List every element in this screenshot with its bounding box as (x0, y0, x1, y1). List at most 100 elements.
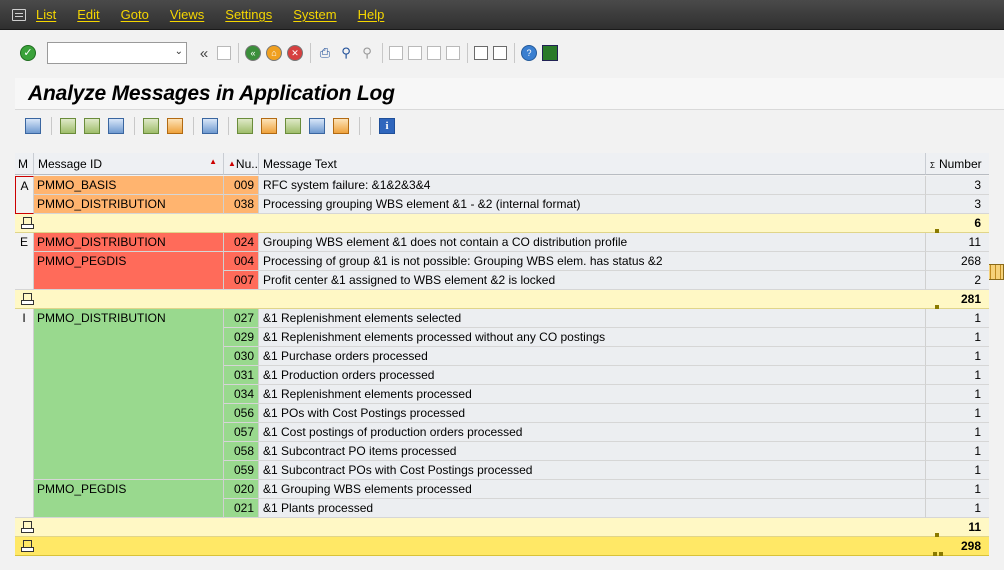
last-page-icon[interactable] (446, 46, 460, 60)
enter-icon[interactable]: ✓ (20, 45, 36, 61)
menu-settings[interactable]: Settings (225, 7, 272, 22)
message-text-cell[interactable]: RFC system failure: &1&2&3&4 (259, 176, 926, 195)
message-number-cell[interactable]: 029 (224, 328, 259, 347)
help-icon[interactable]: ? (521, 45, 537, 61)
menu-help[interactable]: Help (358, 7, 385, 22)
details-icon[interactable] (25, 118, 41, 134)
system-menu-icon[interactable] (12, 8, 26, 21)
menu-list[interactable]: List (36, 7, 56, 22)
filter-icon[interactable] (108, 118, 124, 134)
previous-page-icon[interactable] (408, 46, 422, 60)
column-header-number[interactable]: ▲Nu... (224, 153, 259, 175)
exit-icon[interactable]: ⌂ (266, 45, 282, 61)
message-text-cell[interactable]: &1 POs with Cost Postings processed (259, 404, 926, 423)
menu-goto[interactable]: Goto (121, 7, 149, 22)
message-id-cell[interactable]: PMMO_DISTRIBUTION (34, 309, 224, 480)
sort-ascending-icon[interactable] (60, 118, 76, 134)
sort-descending-icon[interactable] (84, 118, 100, 134)
message-text-cell[interactable]: Processing grouping WBS element &1 - &2 … (259, 195, 926, 214)
message-count-cell[interactable]: 1 (926, 385, 989, 404)
grand-total-row[interactable]: 298 (15, 537, 989, 556)
local-file-icon[interactable] (285, 118, 301, 134)
message-text-cell[interactable]: &1 Purchase orders processed (259, 347, 926, 366)
message-number-cell[interactable]: 038 (224, 195, 259, 214)
print-preview-icon[interactable] (202, 118, 218, 134)
cancel-icon[interactable]: ✕ (287, 45, 303, 61)
message-count-cell[interactable]: 1 (926, 423, 989, 442)
message-count-cell[interactable]: 1 (926, 404, 989, 423)
message-count-cell[interactable]: 1 (926, 347, 989, 366)
subtotal-row-info[interactable]: 11 (15, 518, 989, 537)
message-number-cell[interactable]: 058 (224, 442, 259, 461)
message-count-cell[interactable]: 2 (926, 271, 989, 290)
message-count-cell[interactable]: 3 (926, 176, 989, 195)
message-text-cell[interactable]: &1 Plants processed (259, 499, 926, 518)
abc-analysis-icon[interactable] (333, 118, 349, 134)
new-session-icon[interactable] (474, 46, 488, 60)
message-text-cell[interactable]: &1 Replenishment elements selected (259, 309, 926, 328)
command-field[interactable]: ⌄ (47, 42, 187, 64)
message-id-cell[interactable]: PMMO_PEGDIS (34, 252, 224, 290)
subtotal-row-warning[interactable]: 6 (15, 214, 989, 233)
message-text-cell[interactable]: Profit center &1 assigned to WBS element… (259, 271, 926, 290)
message-count-cell[interactable]: 1 (926, 499, 989, 518)
menu-edit[interactable]: Edit (77, 7, 99, 22)
message-number-cell[interactable]: 020 (224, 480, 259, 499)
collapse-command-icon[interactable]: « (196, 45, 212, 62)
find-next-icon[interactable]: ⚲ (359, 45, 375, 61)
layout-icon[interactable] (542, 45, 558, 61)
message-number-cell[interactable]: 057 (224, 423, 259, 442)
mail-icon[interactable] (309, 118, 325, 134)
subtotal-row-error[interactable]: 281 (15, 290, 989, 309)
shortcut-icon[interactable] (493, 46, 507, 60)
message-id-cell[interactable]: PMMO_PEGDIS (34, 480, 224, 518)
message-number-cell[interactable]: 009 (224, 176, 259, 195)
message-text-cell[interactable]: &1 Production orders processed (259, 366, 926, 385)
next-page-icon[interactable] (427, 46, 441, 60)
menu-views[interactable]: Views (170, 7, 204, 22)
menu-system[interactable]: System (293, 7, 336, 22)
find-icon[interactable]: ⚲ (338, 45, 354, 61)
message-count-cell[interactable]: 1 (926, 328, 989, 347)
column-header-type[interactable]: M (15, 153, 34, 175)
message-id-cell[interactable]: PMMO_BASIS (34, 176, 224, 195)
subtotal-icon[interactable] (167, 118, 183, 134)
message-text-cell[interactable]: &1 Subcontract POs with Cost Postings pr… (259, 461, 926, 480)
message-text-cell[interactable]: &1 Replenishment elements processed (259, 385, 926, 404)
message-number-cell[interactable]: 004 (224, 252, 259, 271)
column-header-message-id[interactable]: Message ID ▲ (34, 153, 224, 175)
message-text-cell[interactable]: &1 Cost postings of production orders pr… (259, 423, 926, 442)
message-text-cell[interactable]: Processing of group &1 is not possible: … (259, 252, 926, 271)
message-count-cell[interactable]: 1 (926, 366, 989, 385)
column-header-message-text[interactable]: Message Text (259, 153, 926, 175)
message-text-cell[interactable]: Grouping WBS element &1 does not contain… (259, 233, 926, 252)
message-number-cell[interactable]: 021 (224, 499, 259, 518)
message-number-cell[interactable]: 056 (224, 404, 259, 423)
message-count-cell[interactable]: 1 (926, 442, 989, 461)
message-number-cell[interactable]: 034 (224, 385, 259, 404)
message-id-cell[interactable]: PMMO_DISTRIBUTION (34, 195, 224, 214)
message-text-cell[interactable]: &1 Replenishment elements processed with… (259, 328, 926, 347)
message-number-cell[interactable]: 030 (224, 347, 259, 366)
sum-icon[interactable] (143, 118, 159, 134)
save-icon[interactable] (217, 46, 231, 60)
type-cell-error[interactable]: E (15, 233, 34, 290)
message-text-cell[interactable]: &1 Grouping WBS elements processed (259, 480, 926, 499)
message-count-cell[interactable]: 1 (926, 309, 989, 328)
message-number-cell[interactable]: 059 (224, 461, 259, 480)
export-icon[interactable] (237, 118, 253, 134)
message-id-cell[interactable]: PMMO_DISTRIBUTION (34, 233, 224, 252)
message-number-cell[interactable]: 024 (224, 233, 259, 252)
type-cell-info[interactable]: I (15, 309, 34, 518)
message-number-cell[interactable]: 007 (224, 271, 259, 290)
message-count-cell[interactable]: 1 (926, 461, 989, 480)
message-count-cell[interactable]: 11 (926, 233, 989, 252)
back-icon[interactable]: « (245, 45, 261, 61)
print-icon[interactable]: ⎙ (317, 45, 333, 61)
column-header-count[interactable]: Σ Number (926, 153, 989, 175)
message-count-cell[interactable]: 3 (926, 195, 989, 214)
message-count-cell[interactable]: 268 (926, 252, 989, 271)
info-icon[interactable]: i (379, 118, 395, 134)
message-number-cell[interactable]: 027 (224, 309, 259, 328)
word-processing-icon[interactable] (261, 118, 277, 134)
